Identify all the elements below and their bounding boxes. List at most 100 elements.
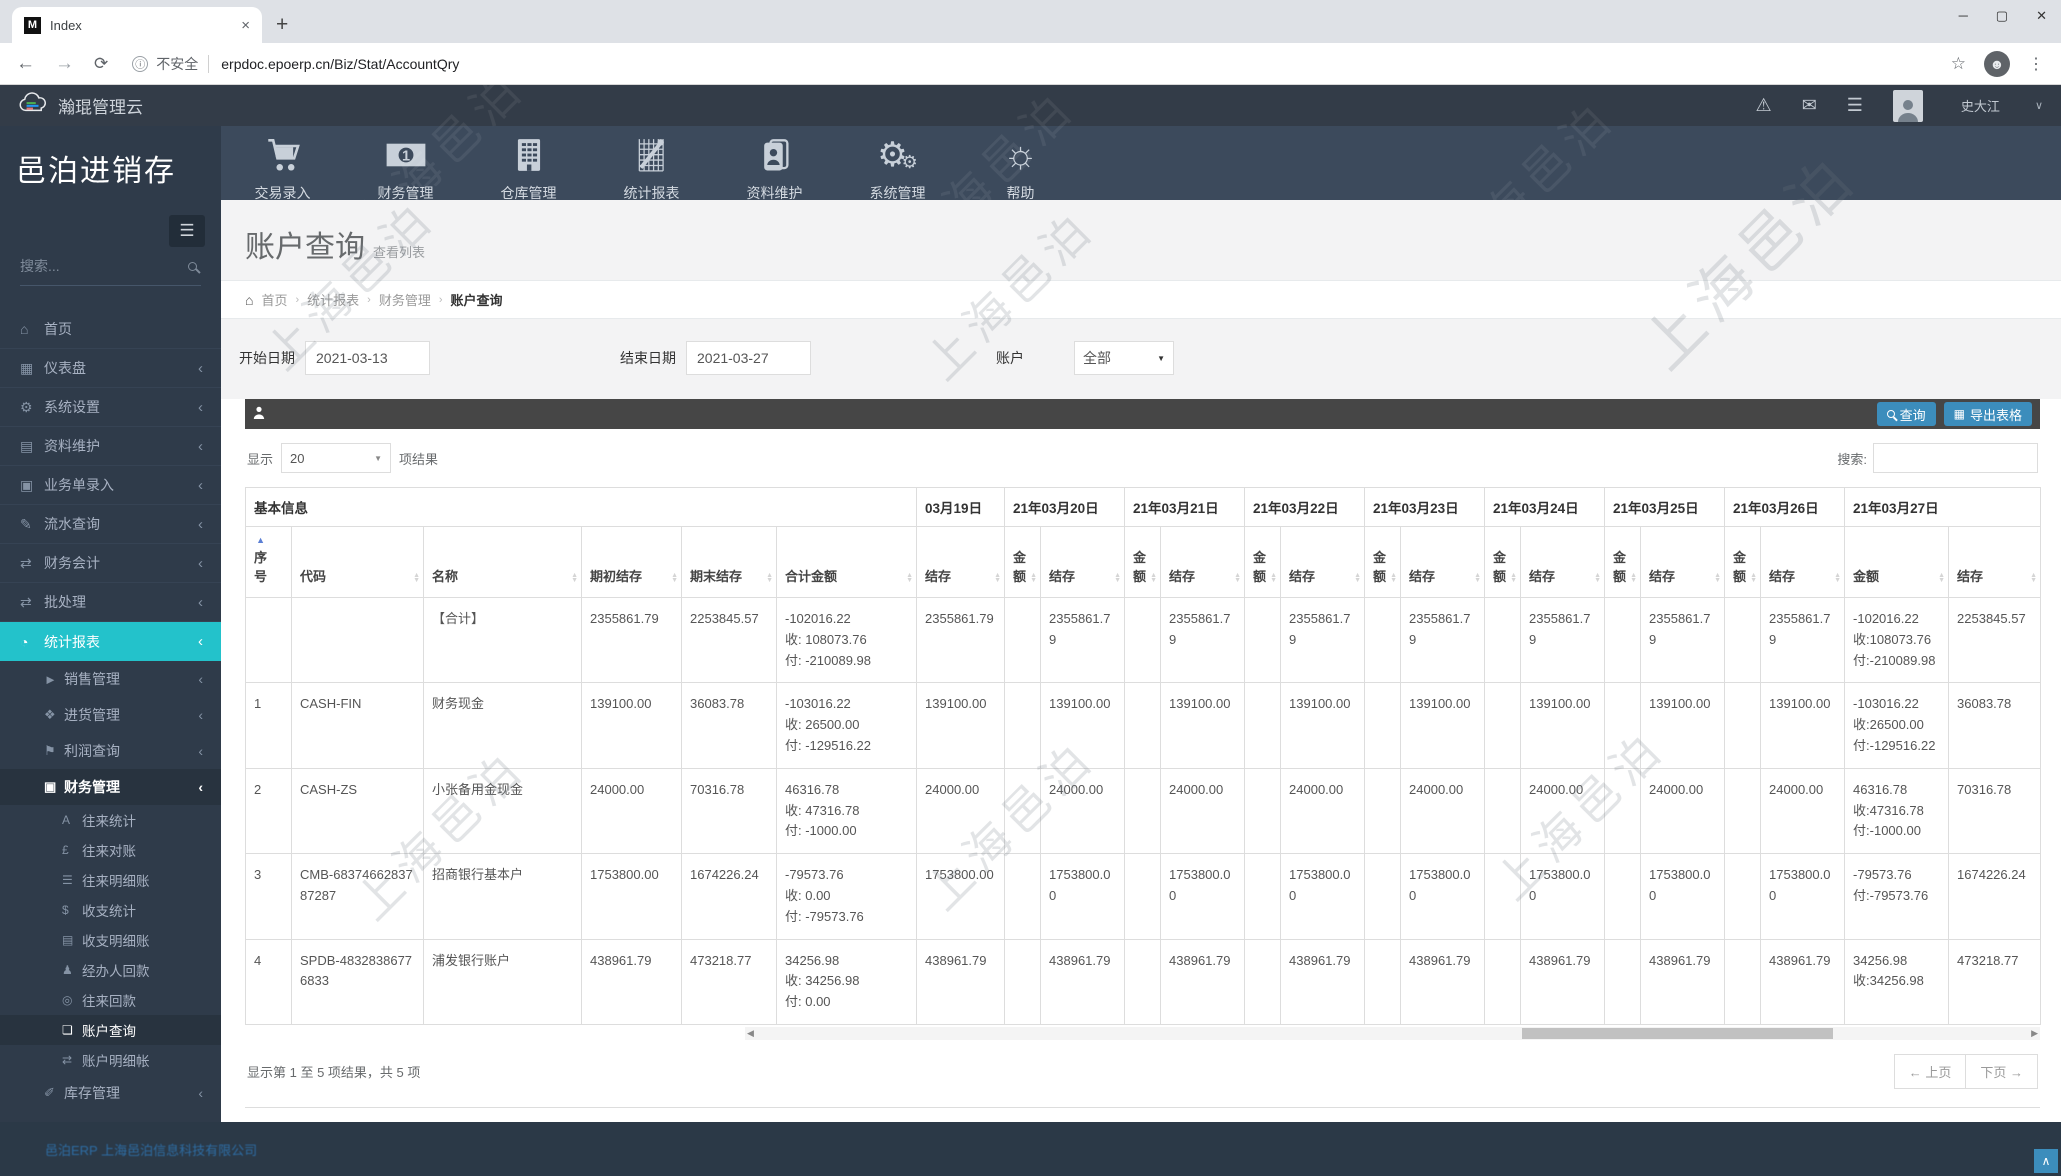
sidebar-collapse-button[interactable]: ☰ <box>169 215 205 247</box>
back-icon[interactable]: ← <box>16 53 35 75</box>
new-tab-button[interactable]: + <box>276 13 288 37</box>
results-label: 项结果 <box>399 449 438 468</box>
horizontal-scrollbar[interactable]: ◀ ▶ <box>245 1027 2040 1040</box>
sidebar-item-contact-payback[interactable]: ◎往来回款 <box>0 985 221 1015</box>
column-header[interactable]: 结存▲▼ <box>1041 527 1125 598</box>
column-header[interactable]: 期初结存▲▼ <box>582 527 682 598</box>
table-cell: 3 <box>246 854 292 939</box>
tab-close-icon[interactable]: × <box>241 17 250 34</box>
column-header[interactable]: 结存▲▼ <box>1521 527 1605 598</box>
column-header[interactable]: 金额▲▼ <box>1005 527 1041 598</box>
start-date-input[interactable]: 2021-03-13 <box>305 341 430 375</box>
page-size-select[interactable]: 20 ▼ <box>281 443 391 473</box>
column-header[interactable]: 结存▲▼ <box>917 527 1005 598</box>
table-row: 4SPDB-48328386776833浦发银行账户438961.7947321… <box>246 939 2041 1024</box>
sidebar-item-agent-payback[interactable]: ♟经办人回款 <box>0 955 221 985</box>
mail-icon[interactable]: ✉ <box>1802 95 1817 116</box>
column-header[interactable]: 结存▲▼ <box>1949 527 2041 598</box>
sidebar-item-income-expense-ledger[interactable]: ▤收支明细账 <box>0 925 221 955</box>
column-header[interactable]: 结存▲▼ <box>1281 527 1365 598</box>
column-header[interactable]: 金额▲▼ <box>1725 527 1761 598</box>
table-cell: -103016.22收: 26500.00付: -129516.22 <box>777 683 917 768</box>
column-header[interactable]: 金额▲▼ <box>1605 527 1641 598</box>
sidebar-item-reports[interactable]: ◔统计报表‹ <box>0 622 221 661</box>
query-button[interactable]: 查询 <box>1877 402 1936 426</box>
next-page-button[interactable]: 下页 → <box>1966 1054 2038 1089</box>
end-date-input[interactable]: 2021-03-27 <box>686 341 811 375</box>
account-select[interactable]: 全部 ▼ <box>1074 341 1174 375</box>
sidebar-item-contact-recon[interactable]: £往来对账 <box>0 835 221 865</box>
column-header[interactable]: 代码▲▼ <box>292 527 424 598</box>
column-header[interactable]: 金额▲▼ <box>1485 527 1521 598</box>
scroll-left-icon[interactable]: ◀ <box>747 1027 754 1040</box>
sidebar-item-contact-stats[interactable]: A往来统计 <box>0 805 221 835</box>
back-to-top-button[interactable]: ∧ <box>2034 1149 2058 1173</box>
sidebar-item-income-expense-stats[interactable]: $收支统计 <box>0 895 221 925</box>
scrollbar-thumb[interactable] <box>1522 1028 1833 1039</box>
forward-icon[interactable]: → <box>55 53 74 75</box>
sidebar-item-data-maintenance[interactable]: ▤资料维护‹ <box>0 427 221 466</box>
menu-item-warehouse[interactable]: 仓库管理 <box>467 126 590 210</box>
sidebar-item-home[interactable]: ⌂首页 <box>0 310 221 349</box>
column-header[interactable]: 名称▲▼ <box>424 527 582 598</box>
user-avatar[interactable] <box>1893 90 1923 122</box>
column-header[interactable]: 金额▲▼ <box>1845 527 1949 598</box>
sidebar-item-inventory-mgmt[interactable]: ✐库存管理‹ <box>0 1075 221 1111</box>
window-maximize-icon[interactable]: ▢ <box>1996 8 2008 24</box>
column-header[interactable]: 结存▲▼ <box>1401 527 1485 598</box>
breadcrumb-home[interactable]: 首页 <box>261 290 287 309</box>
column-header[interactable]: 合计金额▲▼ <box>777 527 917 598</box>
menu-item-trade-entry[interactable]: 交易录入 <box>221 126 344 210</box>
column-header[interactable]: 结存▲▼ <box>1761 527 1845 598</box>
table-search-input[interactable] <box>1873 443 2038 473</box>
sidebar-item-flow-query[interactable]: ✎流水查询‹ <box>0 505 221 544</box>
menu-item-help[interactable]: ☼ 帮助 <box>959 126 1082 210</box>
sidebar-item-profit-query[interactable]: ⚑利润查询‹ <box>0 733 221 769</box>
column-header[interactable]: 结存▲▼ <box>1641 527 1725 598</box>
menu-item-reports[interactable]: 统计报表 <box>590 126 713 210</box>
sidebar-item-label: 经办人回款 <box>82 960 150 980</box>
bookmark-star-icon[interactable]: ☆ <box>1951 54 1966 74</box>
sidebar-item-dashboard[interactable]: ▦仪表盘‹ <box>0 349 221 388</box>
tasks-icon[interactable]: ☰ <box>1847 95 1863 116</box>
sidebar-item-purchase-mgmt[interactable]: ❖进货管理‹ <box>0 697 221 733</box>
alert-icon[interactable]: ⚠ <box>1756 95 1772 116</box>
sidebar-item-batch[interactable]: ⇄批处理‹ <box>0 583 221 622</box>
sidebar-item-contact-ledger[interactable]: ☰往来明细账 <box>0 865 221 895</box>
column-header[interactable]: 期末结存▲▼ <box>682 527 777 598</box>
breadcrumb-finance[interactable]: 财务管理 <box>379 290 431 309</box>
column-header[interactable]: 结存▲▼ <box>1161 527 1245 598</box>
omnibox[interactable]: ⓘ 不安全 erpdoc.epoerp.cn/Biz/Stat/AccountQ… <box>132 54 1951 74</box>
menu-item-finance[interactable]: 1 财务管理 <box>344 126 467 210</box>
sidebar-item-financial-accounting[interactable]: ⇄财务会计‹ <box>0 544 221 583</box>
menu-item-data-maintenance[interactable]: 资料维护 <box>713 126 836 210</box>
browser-tab[interactable]: M Index × <box>12 7 262 43</box>
user-name[interactable]: 史大江 <box>1961 96 2000 115</box>
column-header[interactable]: 序号▲ <box>246 527 292 598</box>
scrollbar-track[interactable]: ◀ ▶ <box>745 1027 2040 1040</box>
sidebar-search-input[interactable]: 搜索... <box>20 256 201 286</box>
browser-profile-icon[interactable]: ☻ <box>1984 51 2010 77</box>
company-link[interactable]: 邑泊ERP 上海邑泊信息科技有限公司 <box>45 1140 257 1159</box>
sidebar-item-sales-mgmt[interactable]: ►销售管理‹ <box>0 661 221 697</box>
column-header[interactable]: 金额▲▼ <box>1245 527 1281 598</box>
column-header[interactable]: 金额▲▼ <box>1365 527 1401 598</box>
sidebar-item-account-query[interactable]: ❏账户查询 <box>0 1015 221 1045</box>
sidebar-item-system-settings[interactable]: ⚙系统设置‹ <box>0 388 221 427</box>
breadcrumb-reports[interactable]: 统计报表 <box>307 290 359 309</box>
window-close-icon[interactable]: ✕ <box>2036 8 2047 24</box>
sidebar-item-order-entry[interactable]: ▣业务单录入‹ <box>0 466 221 505</box>
column-header[interactable]: 金额▲▼ <box>1125 527 1161 598</box>
prev-page-button[interactable]: ← 上页 <box>1894 1054 1967 1089</box>
sidebar-item-finance-mgmt[interactable]: ▣财务管理‹ <box>0 769 221 805</box>
menu-item-system[interactable]: ⚙⚙ 系统管理 <box>836 126 959 210</box>
export-table-button[interactable]: ▦ 导出表格 <box>1944 402 2032 426</box>
scroll-right-icon[interactable]: ▶ <box>2031 1027 2038 1040</box>
window-minimize-icon[interactable]: ─ <box>1959 8 1968 24</box>
sidebar-item-label: 财务管理 <box>64 777 198 797</box>
reload-icon[interactable]: ⟳ <box>94 54 108 74</box>
browser-menu-icon[interactable]: ⋮ <box>2028 54 2045 74</box>
site-info-icon[interactable]: ⓘ <box>132 56 148 72</box>
product-name: 邑泊进销存 <box>0 126 221 210</box>
sidebar-item-account-ledger[interactable]: ⇄账户明细帐 <box>0 1045 221 1075</box>
